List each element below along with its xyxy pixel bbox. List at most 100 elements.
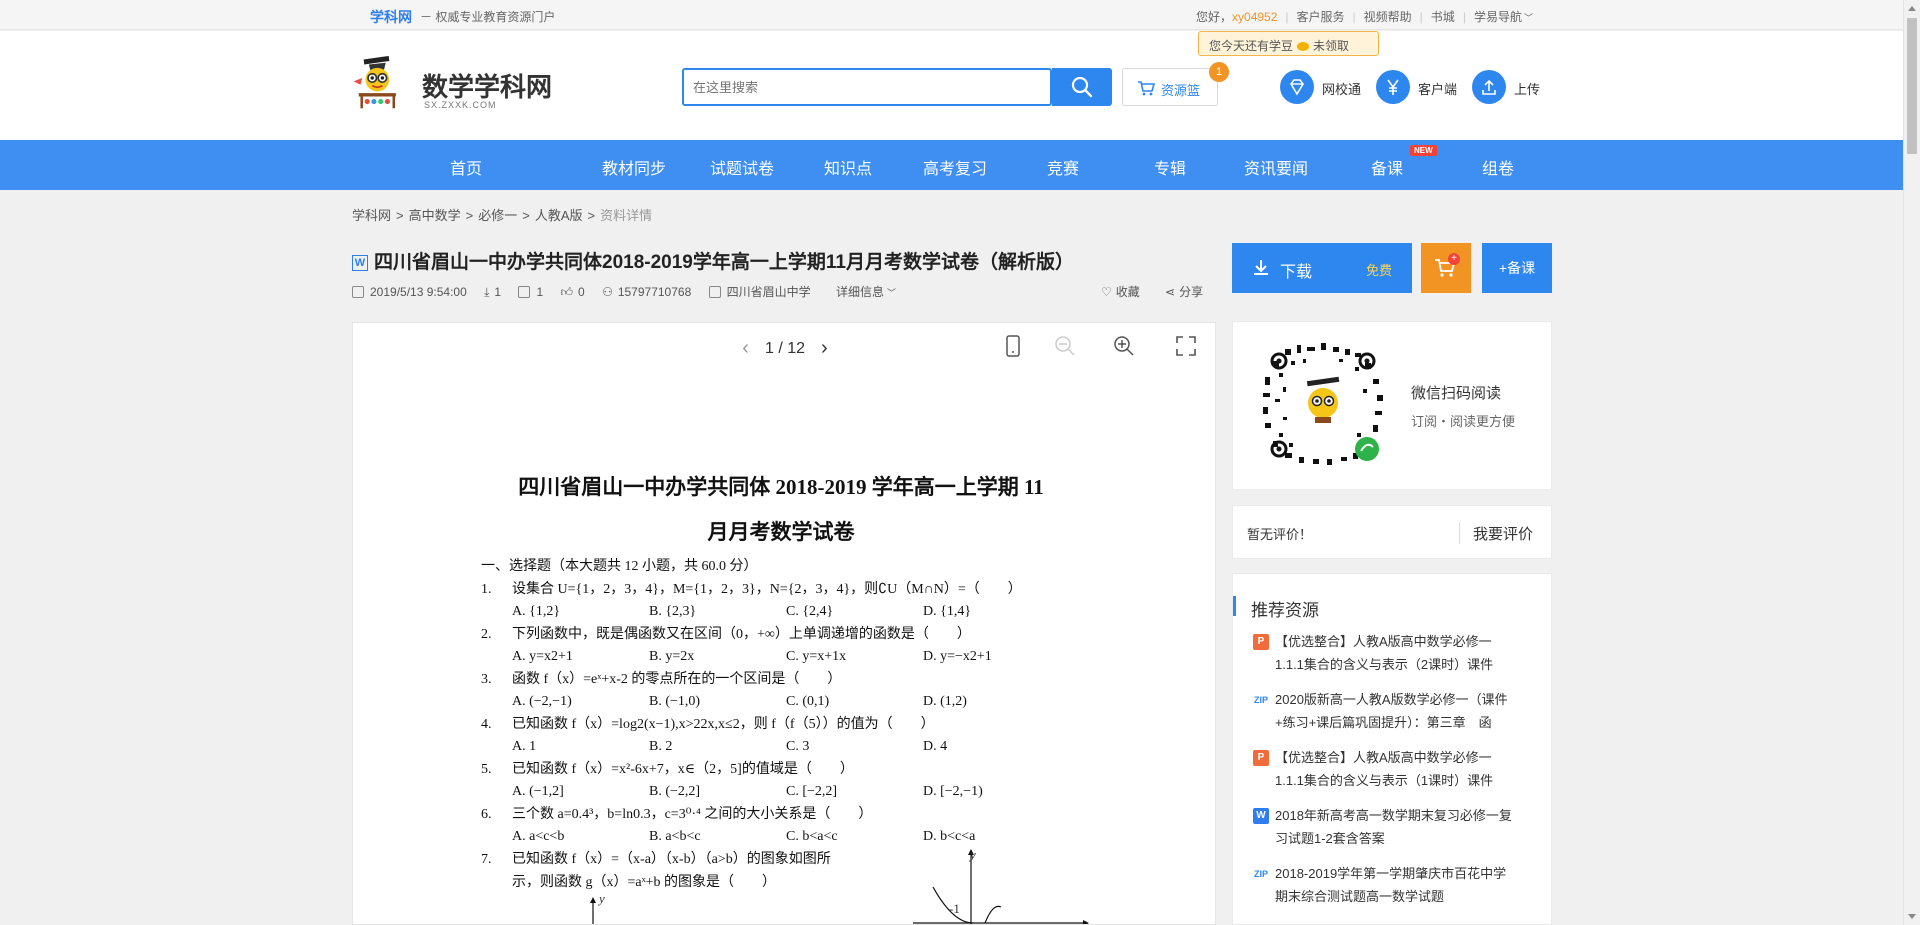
add-to-cart-button[interactable]: + bbox=[1421, 243, 1471, 293]
prev-page-icon[interactable]: ‹ bbox=[742, 337, 749, 360]
download-button[interactable]: 下载 免费 bbox=[1232, 243, 1412, 293]
zip-file-icon: ZIP bbox=[1253, 695, 1268, 705]
customer-service-link[interactable]: 客户服务 bbox=[1297, 8, 1345, 25]
divider: | bbox=[1285, 10, 1289, 24]
top-bar: 学科网 － 权威专业教育资源门户 您好，xy04952 | 客户服务 | 视频帮助 | 书城… bbox=[0, 0, 1903, 30]
question: 2. 下列函数中，既是偶函数又在区间（0，+∞）上单调递增的函数是（ ） bbox=[481, 627, 971, 642]
logo-url: SX.ZXXK.COM bbox=[424, 100, 497, 110]
free-label: 免费 bbox=[1366, 263, 1393, 278]
recommended-card: 推荐资源 P 【优选整合】人教A版高中数学必修一 1.1.1集合的含义与表示（2… bbox=[1232, 573, 1552, 925]
nav-item-lesson-prep[interactable]: 备课 bbox=[1371, 155, 1403, 179]
graph-y-label: y bbox=[970, 847, 976, 862]
wechat-qr-code[interactable] bbox=[1255, 337, 1391, 473]
scroll-up-icon[interactable] bbox=[1908, 6, 1916, 11]
download-icon bbox=[1254, 260, 1268, 275]
write-evaluation-button[interactable]: 我要评价 bbox=[1473, 523, 1533, 544]
list-item-line: 2018-2019学年第一学期肇庆市百花中学 bbox=[1275, 866, 1507, 881]
fullscreen-icon[interactable] bbox=[1175, 335, 1197, 357]
question-options: A. {1,2} B. {2,3} C. {2,4} D. {1,4} bbox=[512, 604, 972, 619]
next-page-icon[interactable]: › bbox=[821, 337, 828, 360]
bean-reminder[interactable]: 您今天还有学豆 未领取 bbox=[1198, 31, 1379, 56]
list-item-line: 1.1.1集合的含义与表示（1课时）课件 bbox=[1275, 773, 1494, 788]
share-button[interactable]: ⋖ 分享 bbox=[1165, 283, 1203, 300]
share-icon: ⋖ bbox=[1165, 285, 1176, 299]
search-box bbox=[682, 68, 1052, 106]
search-input[interactable] bbox=[684, 70, 1044, 104]
details-toggle[interactable]: 详细信息 ﹀ bbox=[836, 283, 910, 300]
navigation-menu[interactable]: 学易导航 ﹀ bbox=[1474, 8, 1533, 25]
username-link[interactable]: xy04952 bbox=[1232, 10, 1277, 24]
nav-item-gaokao-review[interactable]: 高考复习 bbox=[923, 155, 987, 179]
breadcrumb: 学科网 > 高中数学 > 必修一 > 人教A版 > 资料详情 bbox=[352, 205, 652, 224]
like-count[interactable]: 👍︎ 0 bbox=[560, 285, 584, 300]
breadcrumb-separator: > bbox=[396, 208, 404, 223]
breadcrumb-link[interactable]: 必修一 bbox=[478, 208, 517, 223]
recommended-list: P 【优选整合】人教A版高中数学必修一 1.1.1集合的含义与表示（2课时）课件… bbox=[1253, 630, 1541, 920]
document-title-text: 四川省眉山一中办学共同体2018-2019学年高一上学期11月月考数学试卷（解析… bbox=[374, 252, 1074, 273]
school-name[interactable]: 四川省眉山中学 bbox=[708, 283, 811, 300]
comment-count: 1 bbox=[518, 285, 543, 299]
breadcrumb-separator: > bbox=[522, 208, 530, 223]
paper-title-line1: 四川省眉山一中办学共同体 2018-2019 学年高一上学期 11 bbox=[518, 475, 1044, 499]
site-logo[interactable]: 数学学科网 SX.ZXXK.COM bbox=[352, 53, 552, 113]
question-options: A. (−1,2] B. (−2,2] C. [−2,2] D. [−2,−1) bbox=[512, 784, 983, 799]
diamond-icon bbox=[1280, 70, 1314, 104]
school-icon bbox=[708, 286, 721, 298]
search-button[interactable] bbox=[1052, 68, 1112, 106]
nav-item-home[interactable]: 首页 bbox=[450, 155, 482, 179]
scroll-down-icon[interactable] bbox=[1908, 914, 1916, 919]
list-item[interactable]: W 2018年新高考高一数学期末复习必修一复 习试题1-2套含答案 bbox=[1253, 804, 1541, 862]
mobile-icon[interactable] bbox=[1005, 335, 1021, 357]
favorite-button[interactable]: ♡ 收藏 bbox=[1101, 283, 1140, 300]
nav-item-competition[interactable]: 竞赛 bbox=[1047, 155, 1079, 179]
resource-basket-button[interactable]: 资源篮 1 bbox=[1122, 62, 1229, 106]
search-icon bbox=[1071, 76, 1093, 98]
graph-y-label: y bbox=[599, 891, 605, 906]
bean-status: 未领取 bbox=[1313, 39, 1350, 53]
video-help-link[interactable]: 视频帮助 bbox=[1364, 8, 1412, 25]
upload-date: 2019/5/13 9:54:00 bbox=[352, 285, 467, 299]
question: 6. 三个数 a=0.4³，b=ln0.3，c=3⁰·⁴ 之间的大小关系是（ ） bbox=[481, 807, 873, 822]
list-item-line: 【优选整合】人教A版高中数学必修一 bbox=[1275, 634, 1492, 649]
greeting-text: 您好， bbox=[1196, 10, 1233, 24]
qr-subtitle: 订阅・阅读更方便 bbox=[1411, 414, 1516, 429]
breadcrumb-separator: > bbox=[465, 208, 474, 223]
top-right-links: 您好，xy04952 | 客户服务 | 视频帮助 | 书城 | 学易导航 ﹀ bbox=[1196, 8, 1903, 25]
brand-link[interactable]: 学科网 bbox=[370, 7, 412, 27]
uploader[interactable]: ⚇ 15797710768 bbox=[602, 285, 691, 299]
list-item[interactable]: P 【优选整合】人教A版高中数学必修一 1.1.1集合的含义与表示（2课时）课件 bbox=[1253, 630, 1541, 688]
list-item-line: +练习+课后篇巩固提升）：第三章 函 bbox=[1275, 715, 1492, 730]
paper-title-line2: 月月考数学试卷 bbox=[707, 520, 855, 544]
list-item[interactable]: ZIP 2018-2019学年第一学期肇庆市百花中学 期末综合测试题高一数学试题 bbox=[1253, 862, 1541, 920]
nav-item-albums[interactable]: 专辑 bbox=[1154, 155, 1186, 179]
page-scrollbar[interactable] bbox=[1903, 0, 1920, 925]
breadcrumb-link[interactable]: 学科网 bbox=[352, 208, 391, 223]
nav-item-compose[interactable]: 组卷 bbox=[1482, 155, 1514, 179]
list-item-line: 【优选整合】人教A版高中数学必修一 bbox=[1275, 750, 1492, 765]
list-item-line: 1.1.1集合的含义与表示（2课时）课件 bbox=[1275, 657, 1494, 672]
nav-item-knowledge[interactable]: 知识点 bbox=[824, 155, 872, 179]
document-meta: 2019/5/13 9:54:00 ⤓ 1 1 👍︎ 0 ⚇ 15797710768 … bbox=[352, 283, 924, 300]
question-options: A. 1 B. 2 C. 3 D. 4 bbox=[512, 739, 948, 754]
zoom-out-icon[interactable] bbox=[1054, 335, 1076, 357]
plus-icon: + bbox=[1448, 253, 1460, 265]
document-title: W 四川省眉山一中办学共同体2018-2019学年高一上学期11月月考数学试卷（解… bbox=[352, 247, 1074, 274]
breadcrumb-link[interactable]: 人教A版 bbox=[535, 208, 583, 223]
download-count: ⤓ 1 bbox=[484, 285, 502, 299]
zoom-in-icon[interactable] bbox=[1113, 335, 1135, 357]
bookstore-link[interactable]: 书城 bbox=[1431, 8, 1455, 25]
school-pass-label: 网校通 bbox=[1322, 82, 1362, 97]
word-file-icon: W bbox=[352, 255, 368, 271]
ppt-file-icon: P bbox=[1253, 634, 1269, 650]
breadcrumb-link[interactable]: 高中数学 bbox=[409, 208, 461, 223]
list-item[interactable]: P 【优选整合】人教A版高中数学必修一 1.1.1集合的含义与表示（1课时）课件 bbox=[1253, 746, 1541, 804]
nav-item-tests[interactable]: 试题试卷 bbox=[710, 155, 774, 179]
list-item[interactable]: ZIP 2020版新高一人教A版数学必修一（课件 +练习+课后篇巩固提升）：第三… bbox=[1253, 688, 1541, 746]
scrollbar-thumb[interactable] bbox=[1907, 18, 1917, 154]
qr-title: 微信扫码阅读 bbox=[1411, 385, 1502, 402]
nav-item-news[interactable]: 资讯要闻 bbox=[1244, 155, 1308, 179]
new-badge: NEW bbox=[1410, 145, 1437, 156]
add-lesson-prep-button[interactable]: +备课 bbox=[1482, 243, 1552, 293]
nav-item-textbook-sync[interactable]: 教材同步 bbox=[602, 155, 666, 179]
graph-tick-label: -1 bbox=[949, 901, 960, 916]
